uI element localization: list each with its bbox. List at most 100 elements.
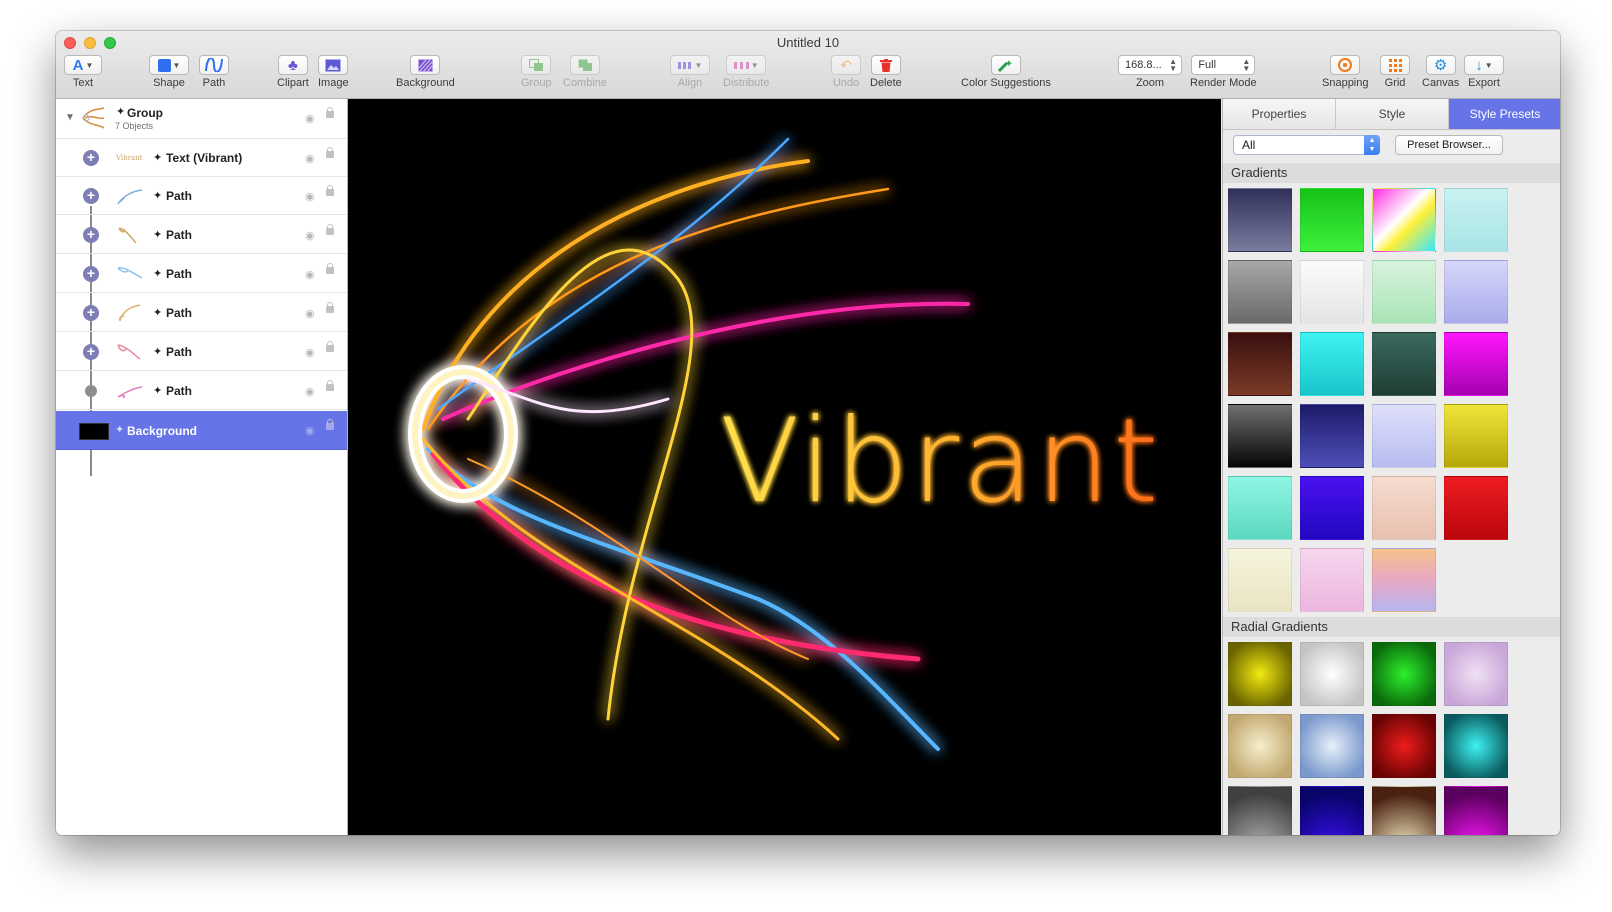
distribute-button[interactable]: ▼ bbox=[726, 55, 767, 75]
tab-style-presets[interactable]: Style Presets bbox=[1449, 99, 1560, 129]
gradient-swatch[interactable] bbox=[1228, 260, 1292, 324]
add-layer-icon[interactable]: + bbox=[83, 150, 99, 166]
visibility-eye-icon[interactable]: ◉ bbox=[305, 424, 315, 437]
radial-gradient-swatch[interactable] bbox=[1444, 714, 1508, 778]
lock-icon[interactable] bbox=[326, 224, 334, 235]
visibility-eye-icon[interactable]: ◉ bbox=[305, 229, 315, 242]
background-tool[interactable]: Background bbox=[396, 55, 455, 89]
canvas-tool[interactable]: ⚙ Canvas bbox=[1422, 55, 1459, 89]
radial-gradient-swatch[interactable] bbox=[1372, 642, 1436, 706]
popup-arrows-icon[interactable]: ▲ ▼ bbox=[1364, 135, 1380, 155]
clipart-tool[interactable]: ♣ Clipart bbox=[277, 55, 309, 89]
gradient-swatch[interactable] bbox=[1372, 188, 1436, 252]
gradient-swatch[interactable] bbox=[1372, 260, 1436, 324]
visibility-eye-icon[interactable]: ◉ bbox=[305, 112, 315, 125]
radial-gradient-swatch[interactable] bbox=[1228, 714, 1292, 778]
gradient-swatch[interactable] bbox=[1444, 476, 1508, 540]
tab-style[interactable]: Style bbox=[1336, 99, 1449, 129]
gradient-swatch[interactable] bbox=[1300, 260, 1364, 324]
gradient-swatch[interactable] bbox=[1444, 260, 1508, 324]
gradient-swatch[interactable] bbox=[1372, 404, 1436, 468]
render-mode-select[interactable]: Full ▲ ▼ bbox=[1191, 55, 1256, 75]
radial-gradient-swatch[interactable] bbox=[1372, 786, 1436, 835]
radial-gradient-swatch[interactable] bbox=[1372, 714, 1436, 778]
add-layer-icon[interactable]: + bbox=[83, 227, 99, 243]
preset-browser-button[interactable]: Preset Browser... bbox=[1395, 135, 1503, 155]
group-button[interactable] bbox=[521, 55, 552, 75]
lock-icon[interactable] bbox=[326, 419, 334, 430]
color-suggestions-button[interactable] bbox=[990, 55, 1021, 75]
gradient-swatch[interactable] bbox=[1372, 548, 1436, 612]
radial-gradient-swatch[interactable] bbox=[1300, 714, 1364, 778]
path-tool[interactable]: Path bbox=[199, 55, 229, 89]
lock-icon[interactable] bbox=[326, 147, 334, 158]
vibrant-artwork[interactable]: Vibrant bbox=[348, 99, 1221, 835]
stepper-icon[interactable]: ▲ ▼ bbox=[1169, 58, 1177, 73]
delete-button[interactable] bbox=[870, 55, 901, 75]
visibility-eye-icon[interactable]: ◉ bbox=[305, 190, 315, 203]
radial-gradient-swatch[interactable] bbox=[1228, 642, 1292, 706]
lock-icon[interactable] bbox=[326, 185, 334, 196]
gradient-swatch[interactable] bbox=[1444, 332, 1508, 396]
radial-gradient-swatch[interactable] bbox=[1228, 786, 1292, 835]
gradient-swatch[interactable] bbox=[1300, 332, 1364, 396]
zoom-field[interactable]: 168.8... ▲ ▼ bbox=[1118, 55, 1182, 75]
background-button[interactable] bbox=[410, 55, 441, 75]
radial-gradient-swatch[interactable] bbox=[1300, 642, 1364, 706]
undo-tool[interactable]: ↶ Undo bbox=[831, 55, 861, 89]
gradient-swatch[interactable] bbox=[1228, 548, 1292, 612]
gradient-swatch[interactable] bbox=[1300, 404, 1364, 468]
gradient-swatch[interactable] bbox=[1444, 404, 1508, 468]
layer-group-row[interactable]: ▼ ✦ Group 7 Objects ◉ bbox=[56, 99, 347, 139]
path-tool-button[interactable] bbox=[199, 55, 229, 75]
text-tool-button[interactable]: A ▼ bbox=[64, 55, 102, 75]
lock-icon[interactable] bbox=[326, 380, 334, 391]
gradient-swatch[interactable] bbox=[1300, 476, 1364, 540]
layer-row[interactable]: ✦ Path ◉ bbox=[56, 372, 347, 410]
gradient-swatch[interactable] bbox=[1372, 332, 1436, 396]
shape-tool-button[interactable]: ▼ bbox=[149, 55, 189, 75]
layer-row[interactable]: + ✦ Path ◉ bbox=[56, 216, 347, 254]
align-tool[interactable]: ▼ Align bbox=[670, 55, 710, 89]
drawing-canvas[interactable]: Vibrant bbox=[348, 99, 1221, 835]
layer-row[interactable]: + ✦ Path ◉ bbox=[56, 177, 347, 215]
export-tool[interactable]: ↓ ▼ Export bbox=[1464, 55, 1504, 89]
disclosure-triangle-icon[interactable]: ▼ bbox=[65, 112, 75, 123]
gradient-swatch[interactable] bbox=[1228, 476, 1292, 540]
lock-icon[interactable] bbox=[326, 302, 334, 313]
distribute-tool[interactable]: ▼ Distribute bbox=[723, 55, 769, 89]
layer-row[interactable]: + ✦ Path ◉ bbox=[56, 255, 347, 293]
layer-row[interactable]: + ✦ Path ◉ bbox=[56, 333, 347, 371]
visibility-eye-icon[interactable]: ◉ bbox=[305, 385, 315, 398]
combine-tool[interactable]: Combine bbox=[563, 55, 607, 89]
clipart-button[interactable]: ♣ bbox=[277, 55, 308, 75]
add-layer-icon[interactable]: + bbox=[83, 305, 99, 321]
gradient-swatch[interactable] bbox=[1300, 188, 1364, 252]
visibility-eye-icon[interactable]: ◉ bbox=[305, 307, 315, 320]
shape-tool[interactable]: ▼ Shape bbox=[149, 55, 189, 89]
text-tool[interactable]: A ▼ Text bbox=[64, 55, 102, 89]
preset-filter-select[interactable]: All ▲ ▼ bbox=[1233, 135, 1380, 155]
stepper-icon[interactable]: ▲ ▼ bbox=[1242, 58, 1250, 73]
visibility-eye-icon[interactable]: ◉ bbox=[305, 346, 315, 359]
combine-button[interactable] bbox=[570, 55, 601, 75]
undo-button[interactable]: ↶ bbox=[831, 55, 861, 75]
gradient-swatch[interactable] bbox=[1228, 404, 1292, 468]
gradient-swatch[interactable] bbox=[1444, 188, 1508, 252]
zoom-control[interactable]: 168.8... ▲ ▼ Zoom bbox=[1118, 55, 1182, 89]
color-suggestions-tool[interactable]: Color Suggestions bbox=[961, 55, 1051, 89]
lock-icon[interactable] bbox=[326, 263, 334, 274]
radial-gradient-swatch[interactable] bbox=[1444, 642, 1508, 706]
visibility-eye-icon[interactable]: ◉ bbox=[305, 152, 315, 165]
gradient-swatch[interactable] bbox=[1228, 188, 1292, 252]
lock-icon[interactable] bbox=[326, 107, 334, 118]
add-layer-icon[interactable]: + bbox=[83, 266, 99, 282]
export-button[interactable]: ↓ ▼ bbox=[1464, 55, 1504, 75]
gradient-swatch[interactable] bbox=[1228, 332, 1292, 396]
radial-gradient-swatch[interactable] bbox=[1300, 786, 1364, 835]
image-button[interactable] bbox=[318, 55, 349, 75]
snapping-button[interactable] bbox=[1330, 55, 1361, 75]
tab-properties[interactable]: Properties bbox=[1223, 99, 1336, 129]
lock-icon[interactable] bbox=[326, 341, 334, 352]
align-button[interactable]: ▼ bbox=[670, 55, 710, 75]
